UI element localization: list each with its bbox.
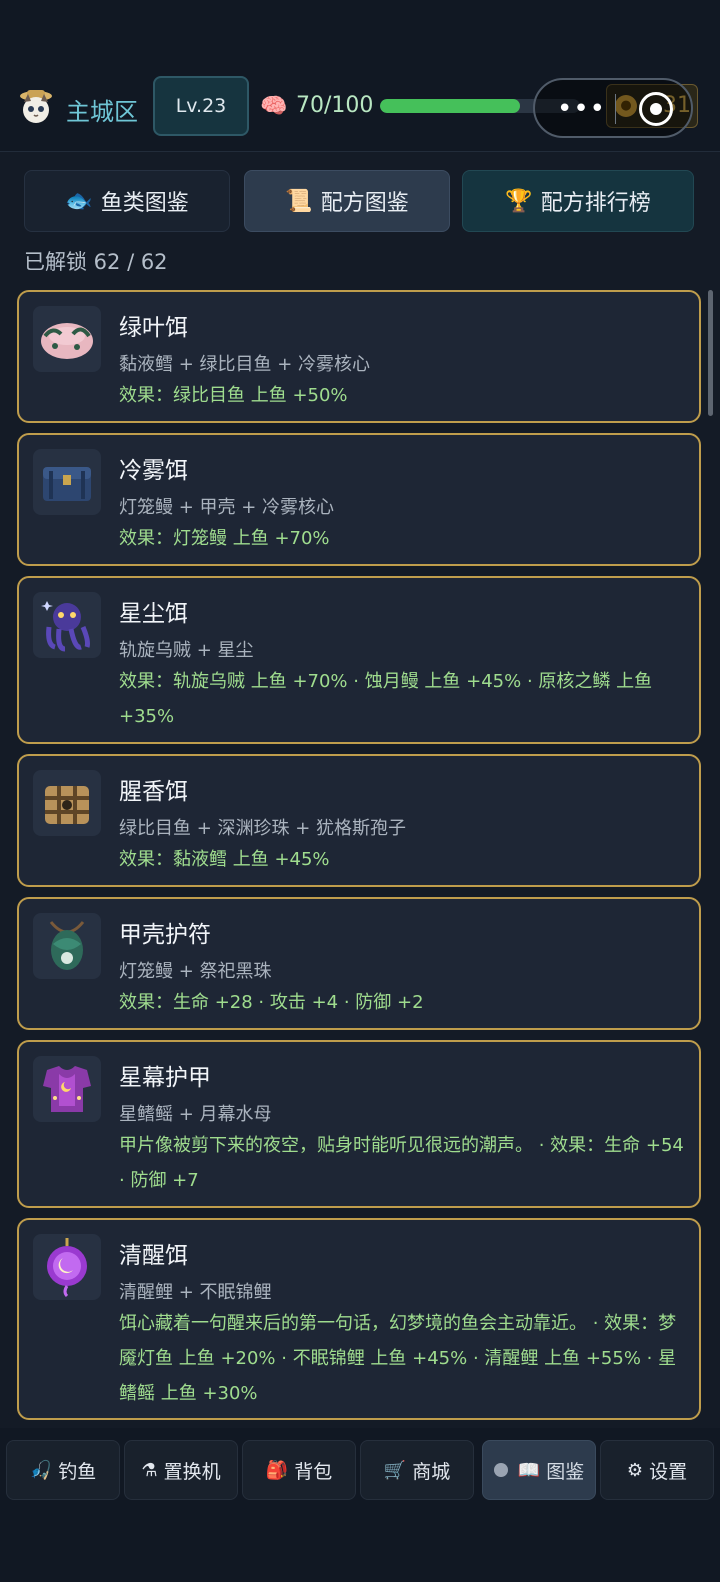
recipe-name: 清醒饵 [119,1243,188,1269]
recipe-card[interactable]: 甲壳护符 灯笼鳗 + 祭祀黑珠 效果：生命 +28 · 攻击 +4 · 防御 +… [17,897,701,1030]
recipe-ingredients: 灯笼鳗 + 祭祀黑珠 [119,961,272,982]
recipe-effect: 效果：绿比目鱼 上鱼 +50% [119,385,348,406]
scroll-icon: 📜 [285,188,313,214]
recipe-name: 甲壳护符 [119,922,211,948]
recipe-effect: 效果：生命 +28 · 攻击 +4 · 防御 +2 [119,992,424,1013]
nav-shop[interactable]: 🛒 商城 [360,1440,474,1500]
capsule-divider [615,94,616,124]
nav-label: 设置 [649,1460,688,1483]
nav-codex[interactable]: 📖 图鉴 [482,1440,596,1500]
recipe-ingredients: 灯笼鳗 + 甲壳 + 冷雾核心 [119,497,335,518]
tab-recipe-codex[interactable]: 📜 配方图鉴 [244,170,450,232]
recipe-card[interactable]: 星幕护甲 星鳍鳐 + 月幕水母 甲片像被剪下来的夜空，贴身时能听见很远的潮声。 … [17,1040,701,1208]
recipe-ingredients: 清醒鲤 + 不眠锦鲤 [119,1282,272,1303]
nav-label: 置换机 [163,1460,221,1483]
nav-label: 钓鱼 [58,1460,97,1483]
stardust-squid-icon [33,592,101,658]
top-bar: 主城区 Lv.23 🧠 70/100 ● 31 ••• [0,0,720,152]
machine-icon: ⚗ [141,1459,158,1481]
recipe-card[interactable]: 星尘饵 轨旋乌贼 + 星尘 效果：轨旋乌贼 上鱼 +70% · 蚀月鳗 上鱼 +… [17,576,701,744]
recipe-name: 腥香饵 [119,779,188,805]
recipe-card[interactable]: 冷雾饵 灯笼鳗 + 甲壳 + 冷雾核心 效果：灯笼鳗 上鱼 +70% [17,433,701,566]
cart-icon: 🛒 [383,1459,407,1481]
recipe-name: 星尘饵 [119,601,188,627]
fishing-icon: 🎣 [29,1459,53,1481]
level-button[interactable]: Lv.23 [153,76,249,136]
recipe-ingredients: 轨旋乌贼 + 星尘 [119,640,254,661]
recipe-effect: 效果：轨旋乌贼 上鱼 +70% · 蚀月鳗 上鱼 +45% · 原核之鳞 上鱼 … [119,671,653,727]
recipe-ingredients: 星鳍鳐 + 月幕水母 [119,1104,272,1125]
recipe-effect: 饵心藏着一句醒来后的第一句话，幻梦境的鱼会主动靠近。 · 效果：梦魇灯鱼 上鱼 … [119,1313,677,1404]
nav-label: 背包 [294,1460,333,1483]
codex-tabs: 🐟 鱼类图鉴 📜 配方图鉴 🏆 配方排行榜 [24,170,698,232]
recipe-effect: 甲片像被剪下来的夜空，贴身时能听见很远的潮声。 · 效果：生命 +54 · 防御… [119,1135,684,1191]
trophy-icon: 🏆 [505,188,533,214]
recipe-name: 星幕护甲 [119,1065,211,1091]
fish-icon: 🐟 [65,188,93,214]
nav-fishing[interactable]: 🎣 钓鱼 [6,1440,120,1500]
nav-exchange-machine[interactable]: ⚗ 置换机 [124,1440,238,1500]
active-dot-icon [493,1463,508,1477]
lantern-orb-icon [33,1234,101,1300]
book-icon: 📖 [517,1459,541,1481]
energy-text: 70/100 [296,93,374,118]
header-row: 主城区 Lv.23 🧠 70/100 ● 31 ••• [0,74,720,140]
recipe-ingredients: 绿比目鱼 + 深渊珍珠 + 犹格斯孢子 [119,818,407,839]
recipe-card[interactable]: 绿叶饵 黏液鳕 + 绿比目鱼 + 冷雾核心 效果：绿比目鱼 上鱼 +50% [17,290,701,423]
leaf-bait-icon [33,306,101,372]
tab-label: 鱼类图鉴 [100,191,189,216]
recipe-effect: 效果：灯笼鳗 上鱼 +70% [119,528,330,549]
nav-backpack[interactable]: 🎒 背包 [242,1440,356,1500]
armor-icon [33,1056,101,1122]
recipe-name: 绿叶饵 [119,315,188,341]
unlock-count: 已解锁 62 / 62 [24,250,168,274]
tab-fish-codex[interactable]: 🐟 鱼类图鉴 [24,170,230,232]
recipe-card[interactable]: 腥香饵 绿比目鱼 + 深渊珍珠 + 犹格斯孢子 效果：黏液鳕 上鱼 +45% [17,754,701,887]
miniprogram-capsule: ••• [533,78,693,138]
gear-icon: ⚙ [626,1459,644,1481]
tab-label: 配方图鉴 [320,191,409,216]
chest-icon [33,449,101,515]
bottom-nav: 🎣 钓鱼 ⚗ 置换机 🎒 背包 🛒 商城 📖 图鉴 ⚙ 设置 [0,1428,720,1582]
nav-label: 商城 [412,1460,451,1483]
recipe-ingredients: 黏液鳕 + 绿比目鱼 + 冷雾核心 [119,354,371,375]
nav-label: 图鉴 [546,1460,585,1483]
amulet-icon [33,913,101,979]
recipe-card[interactable]: 清醒饵 清醒鲤 + 不眠锦鲤 饵心藏着一句醒来后的第一句话，幻梦境的鱼会主动靠近… [17,1218,701,1420]
list-scrollbar[interactable] [708,290,713,416]
tab-recipe-ranking[interactable]: 🏆 配方排行榜 [462,170,694,232]
tab-label: 配方排行榜 [540,191,651,216]
recipe-effect: 效果：黏液鳕 上鱼 +45% [119,849,330,870]
nav-settings[interactable]: ⚙ 设置 [600,1440,714,1500]
more-menu-icon[interactable]: ••• [557,94,606,124]
cat-avatar-icon[interactable] [16,86,56,126]
brain-icon: 🧠 [260,94,288,119]
recipe-name: 冷雾饵 [119,458,188,484]
crate-icon [33,770,101,836]
energy-bar-fill [380,99,520,113]
close-target-icon[interactable] [639,92,673,126]
backpack-icon: 🎒 [265,1459,289,1481]
region-name[interactable]: 主城区 [66,92,138,127]
